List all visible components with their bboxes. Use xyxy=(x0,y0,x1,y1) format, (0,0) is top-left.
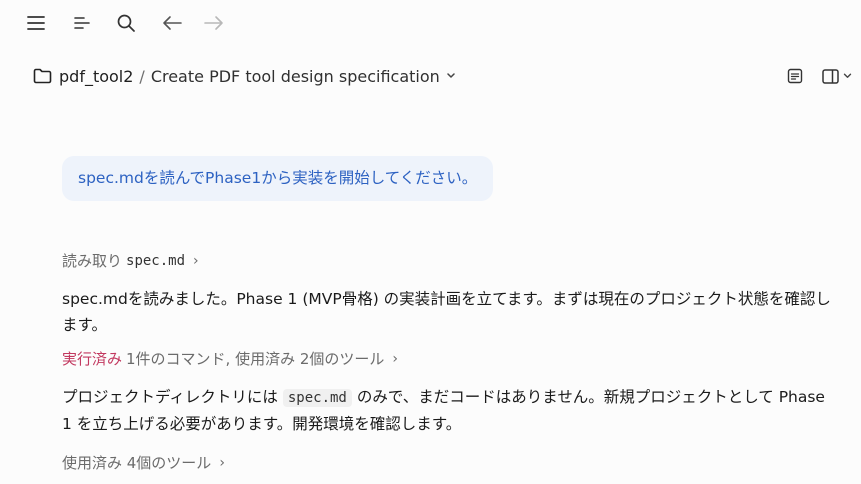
conversation: spec.mdを読んでPhase1から実装を開始してください。 読み取り spe… xyxy=(62,156,837,472)
project-link[interactable]: pdf_tool2 xyxy=(59,67,133,86)
back-arrow-icon[interactable] xyxy=(160,11,184,35)
assistant-message: プロジェクトディレクトリには spec.md のみで、まだコードはありません。新… xyxy=(62,384,837,437)
breadcrumb-separator: / xyxy=(139,66,145,86)
chevron-right-icon: › xyxy=(392,350,399,367)
menu-icon[interactable] xyxy=(24,11,48,35)
forward-arrow-icon[interactable] xyxy=(202,11,226,35)
read-step-file: spec.md xyxy=(126,252,186,269)
sort-icon[interactable] xyxy=(70,11,94,35)
execution-step[interactable]: 実行済み 1件のコマンド, 使用済み 2個のツール › xyxy=(62,348,398,369)
tools-step-label: 使用済み 4個のツール xyxy=(62,454,212,472)
read-file-step[interactable]: 読み取り spec.md › xyxy=(62,250,199,271)
panel-toggle-icon[interactable] xyxy=(821,64,839,88)
search-icon[interactable] xyxy=(114,11,138,35)
chevron-right-icon: › xyxy=(219,454,225,471)
header-actions xyxy=(783,64,853,88)
conversation-title[interactable]: Create PDF tool design specification xyxy=(151,67,440,86)
user-message: spec.mdを読んでPhase1から実装を開始してください。 xyxy=(62,156,494,201)
chevron-down-icon[interactable] xyxy=(446,73,456,79)
inline-code: spec.md xyxy=(282,389,352,407)
document-icon[interactable] xyxy=(783,64,807,88)
breadcrumb: pdf_tool2 / Create PDF tool design speci… xyxy=(33,64,456,88)
chevron-down-icon[interactable] xyxy=(841,64,853,88)
assistant-message: spec.mdを読みました。Phase 1 (MVP骨格) の実装計画を立てます… xyxy=(62,290,831,334)
read-step-label: 読み取り xyxy=(62,252,123,270)
folder-icon xyxy=(33,66,53,86)
chevron-right-icon: › xyxy=(193,252,199,269)
top-toolbar xyxy=(0,0,861,46)
message-text: プロジェクトディレクトリには xyxy=(62,388,278,406)
exec-step-detail: 1件のコマンド, 使用済み 2個のツール xyxy=(126,350,385,368)
conversation-header: pdf_tool2 / Create PDF tool design speci… xyxy=(0,56,861,96)
tools-step[interactable]: 使用済み 4個のツール › xyxy=(62,452,225,473)
exec-step-label: 実行済み xyxy=(62,350,123,368)
